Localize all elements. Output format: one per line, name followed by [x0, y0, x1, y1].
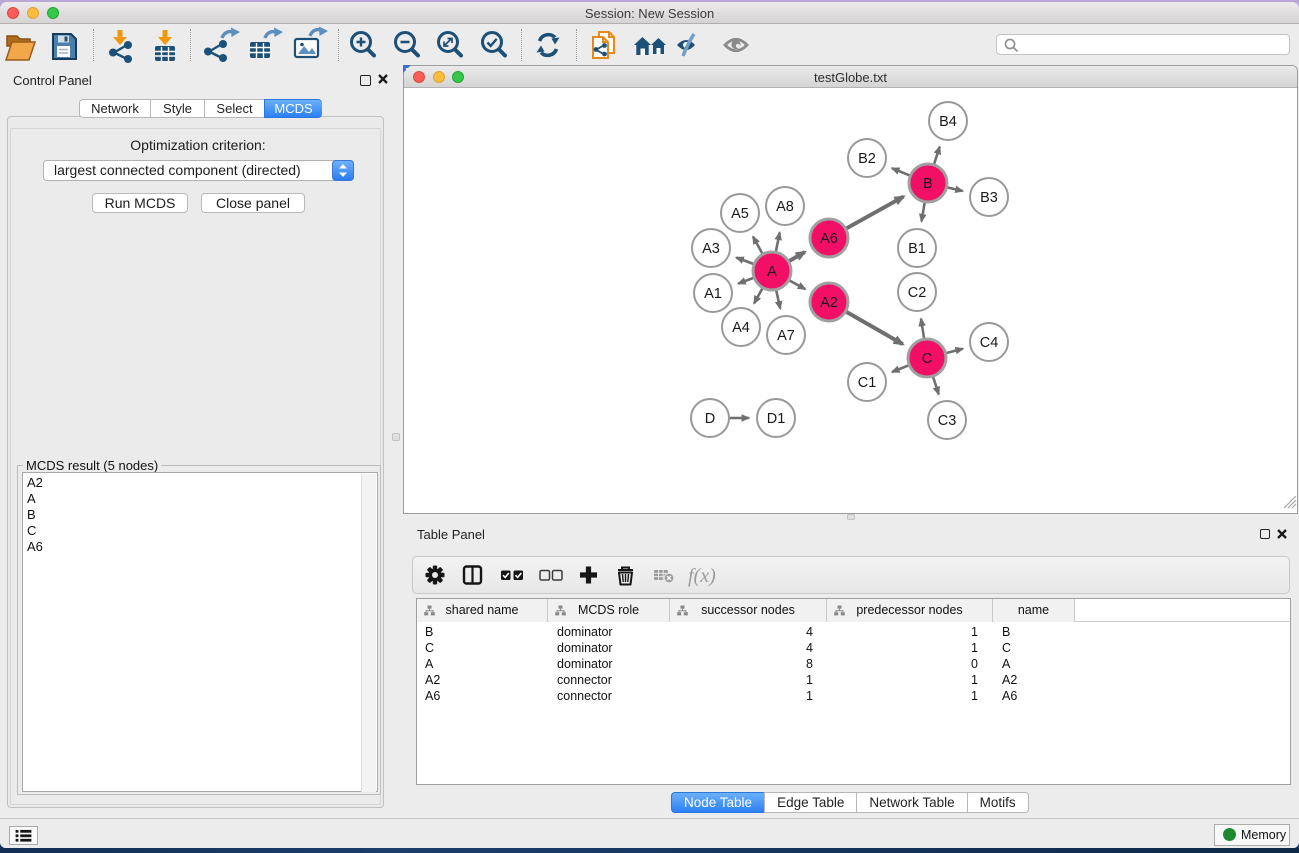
svg-text:A6: A6	[820, 231, 838, 247]
svg-text:A5: A5	[731, 206, 749, 222]
svg-text:C4: C4	[980, 335, 999, 351]
svg-text:C3: C3	[938, 413, 957, 429]
svg-text:B4: B4	[939, 114, 957, 130]
svg-text:B1: B1	[908, 241, 926, 257]
svg-text:B3: B3	[980, 190, 998, 206]
svg-text:D: D	[705, 411, 715, 427]
svg-text:C1: C1	[858, 375, 877, 391]
svg-text:B: B	[923, 176, 933, 192]
svg-text:A2: A2	[820, 295, 838, 311]
svg-text:f(x): f(x)	[688, 565, 716, 587]
svg-text:A7: A7	[777, 328, 795, 344]
svg-text:A4: A4	[732, 320, 750, 336]
svg-text:D1: D1	[767, 411, 786, 427]
svg-text:B2: B2	[858, 151, 876, 167]
svg-text:A: A	[767, 264, 777, 280]
svg-text:A3: A3	[702, 241, 720, 257]
svg-text:C2: C2	[908, 285, 927, 301]
svg-text:C: C	[922, 351, 932, 367]
svg-text:A8: A8	[776, 199, 794, 215]
svg-text:A1: A1	[704, 286, 722, 302]
